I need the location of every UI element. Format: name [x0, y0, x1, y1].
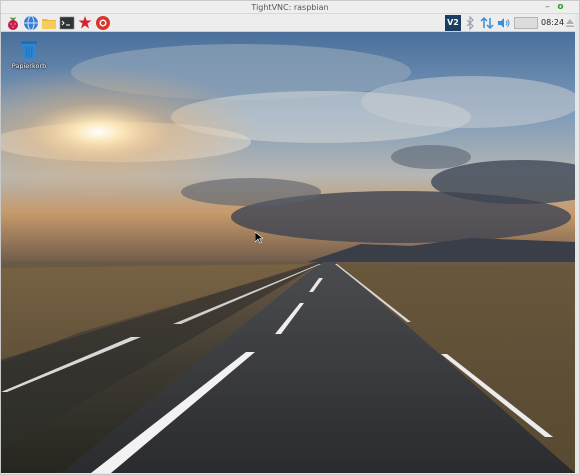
clock[interactable]: 08:24	[541, 14, 564, 32]
eject-icon[interactable]	[565, 15, 575, 31]
wolfram-icon[interactable]	[95, 15, 111, 31]
volume-icon[interactable]	[497, 15, 511, 31]
file-manager-icon[interactable]	[41, 15, 57, 31]
remote-desktop-screen[interactable]: V2 08:24 Papierkorb	[1, 14, 575, 473]
terminal-icon[interactable]	[59, 15, 75, 31]
mathematica-icon[interactable]	[77, 15, 93, 31]
maximize-button[interactable]: o	[555, 2, 566, 13]
trash-icon	[18, 38, 40, 60]
desktop-icon-label: Papierkorb	[11, 62, 47, 70]
raspberry-menu-icon[interactable]	[5, 15, 21, 31]
web-browser-icon[interactable]	[23, 15, 39, 31]
window-title: TightVNC: raspbian	[251, 3, 329, 12]
minimize-button[interactable]: –	[542, 2, 553, 13]
title-bar[interactable]: TightVNC: raspbian – o	[1, 1, 579, 14]
network-icon[interactable]	[480, 15, 494, 31]
lxde-panel: V2 08:24	[1, 14, 575, 32]
desktop-wallpaper	[1, 32, 575, 473]
vnc-server-icon[interactable]: V2	[445, 15, 461, 31]
vnc-label: V2	[445, 15, 461, 31]
bluetooth-icon[interactable]	[464, 15, 476, 31]
cpu-monitor-icon[interactable]	[514, 15, 538, 31]
vnc-viewer-window: TightVNC: raspbian – o V2 08:24 Papierko…	[0, 0, 580, 475]
desktop-icon-trash[interactable]: Papierkorb	[9, 38, 49, 74]
mouse-cursor-icon	[254, 229, 264, 244]
